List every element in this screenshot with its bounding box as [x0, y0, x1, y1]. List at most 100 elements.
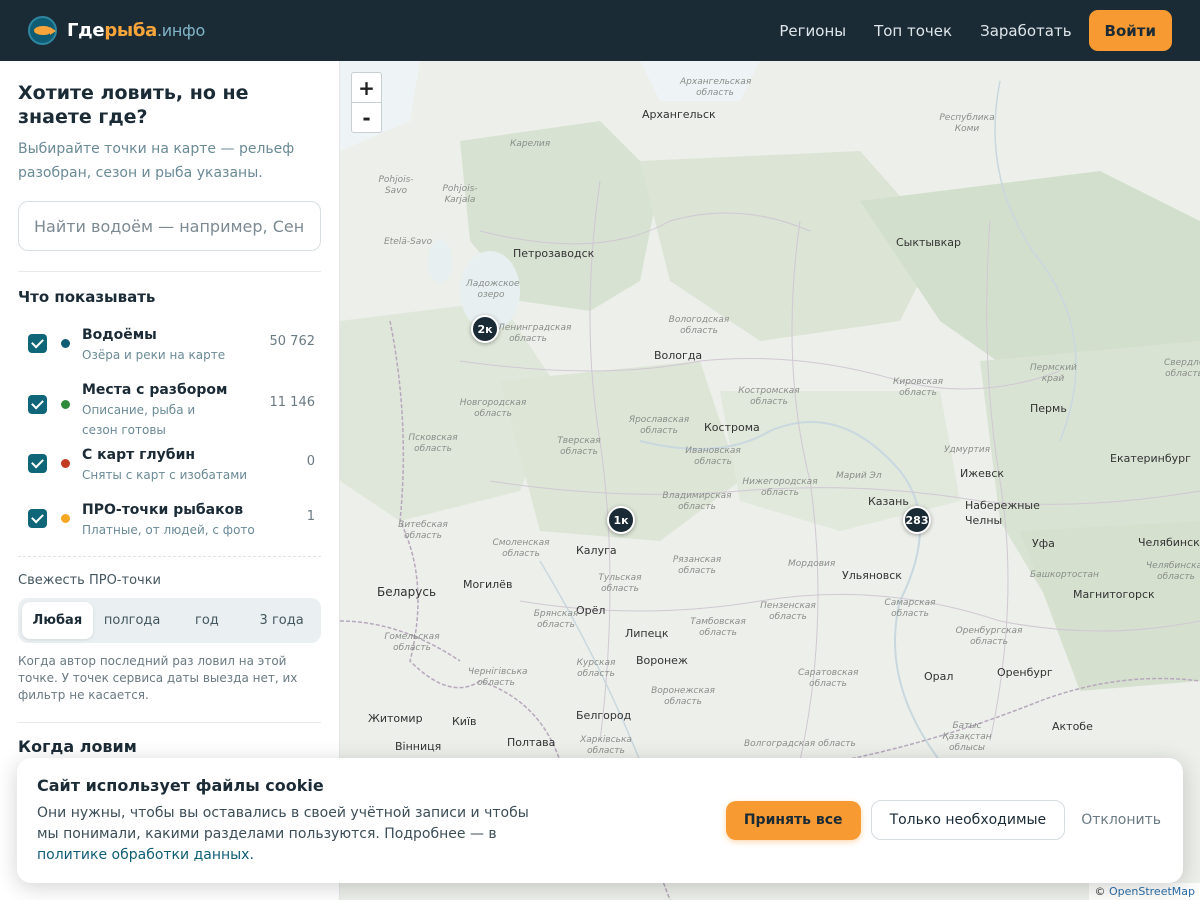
checkbox-checked[interactable] [28, 395, 47, 414]
city-label: Уфа [1032, 537, 1055, 550]
region-label: Республика Коми [939, 113, 995, 134]
checkbox-checked[interactable] [28, 509, 47, 528]
city-label: Вінниця [395, 740, 442, 753]
layer-count: 1 [306, 509, 315, 524]
site-logo[interactable]: Гдерыба.инфо [28, 16, 205, 45]
city-label: Вологда [654, 349, 703, 362]
region-label: Пермский край [1030, 363, 1077, 384]
region-label: Челябинская область [1146, 561, 1200, 582]
region-label: Кировская область [892, 377, 944, 398]
layer-dot-icon [61, 514, 70, 523]
region-label: Оренбургская область [955, 626, 1023, 647]
region-label: Карелия [510, 139, 551, 149]
top-header: Гдерыба.инфо Регионы Топ точек Заработат… [0, 0, 1200, 61]
divider [18, 556, 321, 557]
city-label: Архангельск [642, 108, 716, 121]
city-label: Екатеринбург [1110, 452, 1191, 465]
region-label: Самарская область [884, 598, 936, 619]
city-label: Магнитогорск [1073, 588, 1155, 601]
region-label: Гомельская область [384, 632, 440, 653]
logo-part-3: .инфо [157, 21, 205, 40]
layer-name: С карт глубин [82, 447, 196, 463]
layer-water-bodies[interactable]: Водоёмы Озёра и реки на карте 50 762 [18, 320, 321, 375]
layer-analyzed-spots[interactable]: Места с разбором Описание, рыба и сезон г… [18, 375, 321, 440]
region-label: Костромская область [738, 386, 800, 407]
region-label: Владимирская область [662, 491, 732, 512]
search-input[interactable] [34, 216, 305, 236]
checkbox-checked[interactable] [28, 454, 47, 473]
sidebar-subtitle: Выбирайте точки на карте — рельеф разобр… [18, 141, 295, 181]
city-label: Челябинск [1138, 536, 1200, 549]
city-label: Орал [924, 670, 954, 683]
region-label: Харківська область [580, 735, 632, 756]
main-nav: Регионы Топ точек Заработать Войти [779, 10, 1172, 51]
divider [18, 271, 321, 272]
region-label: Курская область [576, 658, 616, 679]
nav-earn[interactable]: Заработать [980, 22, 1071, 40]
city-label: Ижевск [960, 467, 1005, 480]
freshness-option-any[interactable]: Любая [22, 602, 93, 639]
layer-list: Водоёмы Озёра и реки на карте 50 762 Мест… [18, 320, 321, 550]
checkbox-checked[interactable] [28, 334, 47, 353]
region-label: Смоленская область [492, 538, 550, 559]
freshness-option-year[interactable]: год [172, 602, 243, 639]
layer-dot-icon [61, 459, 70, 468]
attribution-symbol: © [1094, 885, 1106, 898]
show-heading: Что показывать [18, 288, 156, 306]
layer-pro-spots[interactable]: ПРО-точки рыбаков Платные, от людей, с фо… [18, 495, 321, 550]
layer-dot-icon [61, 400, 70, 409]
layer-name: Места с разбором [82, 382, 228, 398]
layer-dot-icon [61, 339, 70, 348]
privacy-policy-link[interactable]: политике обработки данных. [37, 847, 254, 863]
layer-name: Водоёмы [82, 327, 157, 343]
region-label: Ярославская область [628, 415, 690, 436]
region-label: Башкортостан [1030, 570, 1099, 580]
necessary-only-button[interactable]: Только необходимые [870, 800, 1066, 840]
city-label: Ульяновск [842, 569, 902, 582]
region-label: Чернігівська область [468, 667, 528, 688]
cookie-body: Они нужны, чтобы вы оставались в своей у… [37, 805, 529, 842]
zoom-in-button[interactable]: + [352, 73, 381, 103]
region-label: Рязанская область [672, 555, 722, 576]
region-label: Волгоградская область [744, 739, 856, 749]
zoom-out-button[interactable]: - [352, 103, 381, 133]
fish-logo-icon [28, 16, 57, 45]
region-label: Мордовия [788, 559, 836, 569]
city-label: Липецк [625, 627, 669, 640]
map-cluster-marker[interactable]: 2к [471, 315, 499, 343]
layer-depth-maps[interactable]: С карт глубин Сняты с карт с изобатами 0 [18, 440, 321, 495]
layer-desc: Описание, рыба и сезон готовы [82, 403, 196, 437]
region-label: Архангельская область [680, 77, 752, 98]
city-label: Полтава [507, 736, 556, 749]
region-label: Etelä-Savo [384, 237, 433, 247]
zoom-control: + - [351, 72, 382, 133]
region-label: Пензенская область [760, 601, 816, 622]
cookie-text: Они нужны, чтобы вы оставались в своей у… [37, 803, 537, 866]
accept-all-button[interactable]: Принять все [725, 800, 861, 840]
divider [18, 722, 321, 723]
sidebar-title: Хотите ловить, но не знаете где? [18, 82, 249, 128]
nav-top-spots[interactable]: Топ точек [874, 22, 952, 40]
region-label: Pohjois-Savo [378, 175, 414, 196]
decline-button[interactable]: Отклонить [1075, 812, 1161, 828]
layer-count: 0 [306, 454, 315, 469]
nav-regions[interactable]: Регионы [779, 22, 846, 40]
region-label: Витебская область [398, 520, 448, 541]
freshness-option-half-year[interactable]: полгода [97, 602, 168, 639]
city-label: Петрозаводск [513, 247, 595, 260]
osm-link[interactable]: OpenStreetMap [1109, 885, 1195, 898]
layer-count: 11 146 [269, 395, 316, 410]
logo-part-2: рыба [104, 20, 158, 41]
region-label: Ивановская область [685, 446, 741, 467]
city-label: Оренбург [997, 666, 1053, 679]
region-label: Воронежская область [651, 686, 715, 707]
city-label: Київ [452, 715, 477, 728]
city-label: Актобе [1052, 720, 1093, 733]
map-cluster-marker[interactable]: 1к [607, 506, 635, 534]
login-button[interactable]: Войти [1088, 10, 1172, 51]
freshness-option-3-years[interactable]: 3 года [246, 602, 317, 639]
map-cluster-marker[interactable]: 283 [903, 506, 931, 534]
region-label: Брянская область [533, 609, 579, 630]
region-label: Ладожское озеро [466, 279, 520, 300]
logo-part-1: Где [67, 20, 105, 41]
